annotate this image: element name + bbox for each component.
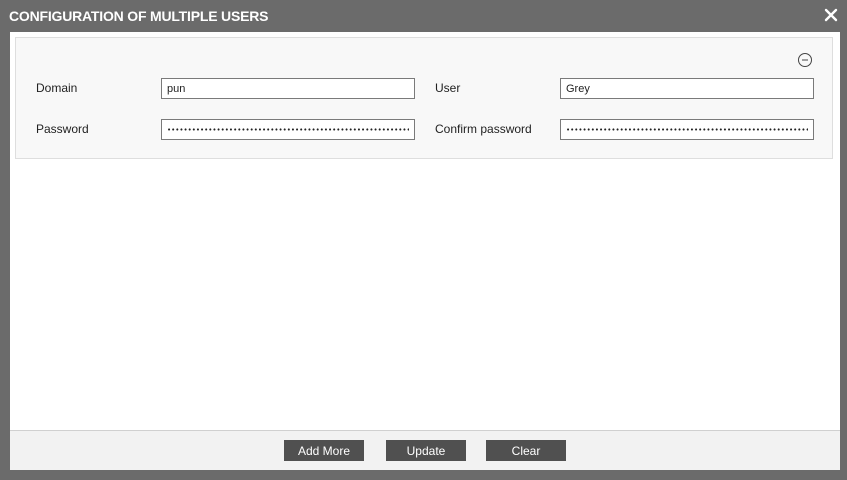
confirm-password-label: Confirm password (435, 122, 532, 136)
minus-circle-icon[interactable] (797, 52, 813, 68)
domain-input[interactable] (161, 78, 415, 99)
dialog-body: Domain User Password Confirm password (10, 32, 840, 430)
close-icon[interactable] (821, 5, 841, 25)
password-input[interactable] (161, 119, 415, 140)
password-label: Password (36, 122, 89, 136)
dialog-titlebar: CONFIGURATION OF MULTIPLE USERS (0, 0, 847, 32)
add-more-button[interactable]: Add More (284, 440, 364, 461)
user-config-row: Domain User Password Confirm password (15, 37, 833, 159)
user-label: User (435, 81, 461, 95)
user-input[interactable] (560, 78, 814, 99)
configuration-dialog: CONFIGURATION OF MULTIPLE USERS Domain U… (0, 0, 847, 480)
clear-button[interactable]: Clear (486, 440, 566, 461)
domain-label: Domain (36, 81, 78, 95)
dialog-footer: Add More Update Clear (10, 430, 840, 470)
dialog-title: CONFIGURATION OF MULTIPLE USERS (9, 8, 269, 24)
confirm-password-input[interactable] (560, 119, 814, 140)
update-button[interactable]: Update (386, 440, 466, 461)
